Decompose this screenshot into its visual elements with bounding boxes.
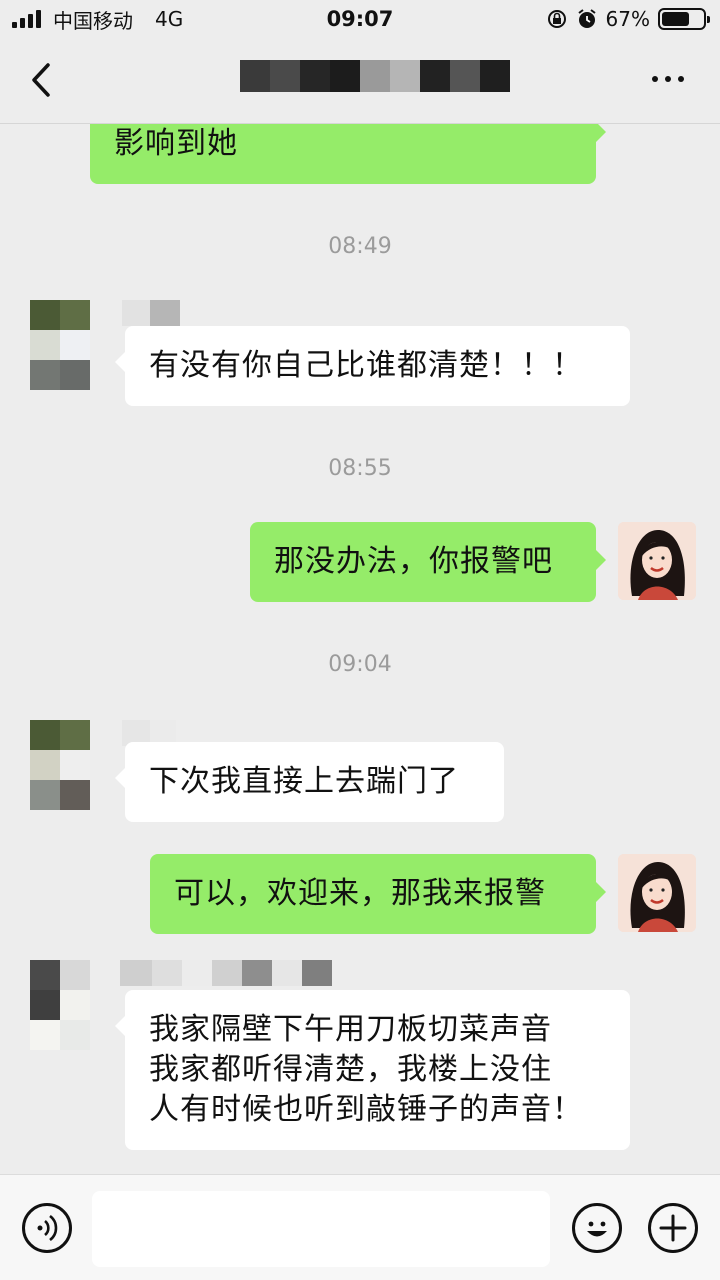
message-text: 下次我直接上去踹门了 <box>149 764 459 799</box>
message-timestamp: 08:55 <box>328 456 392 481</box>
more-dots-icon[interactable] <box>652 76 684 82</box>
back-button[interactable] <box>26 60 56 100</box>
status-bar: 中国移动 4G 09:07 67% <box>0 0 720 38</box>
plus-sign-icon <box>659 1214 687 1242</box>
chevron-left-icon <box>32 63 50 97</box>
chat-header <box>0 38 720 124</box>
message-text: 影响到她 <box>114 126 238 161</box>
message-bubble-self[interactable]: 可以，欢迎来，那我来报警 <box>150 854 606 934</box>
voice-wave-icon <box>37 1214 58 1242</box>
girl-portrait-icon <box>618 522 696 600</box>
avatar-blurred[interactable] <box>30 960 90 1050</box>
message-line: 我家隔壁下午用刀板切菜声音 <box>149 1012 552 1047</box>
message-text: 那没办法，你报警吧 <box>274 544 553 579</box>
message-timestamp: 09:04 <box>328 652 392 677</box>
plus-icon[interactable] <box>648 1203 698 1253</box>
avatar-blurred[interactable] <box>30 300 90 390</box>
message-bubble-other[interactable]: 有没有你自己比谁都清楚！！！ <box>115 326 630 406</box>
message-bubble-other[interactable]: 下次我直接上去踹门了 <box>115 742 504 822</box>
emoji-icon[interactable] <box>572 1203 622 1253</box>
network-label: 4G <box>155 7 184 31</box>
self-avatar[interactable] <box>618 854 696 932</box>
smiley-face-icon <box>587 1221 607 1237</box>
girl-portrait-icon <box>618 854 696 932</box>
message-timestamp: 08:49 <box>328 234 392 259</box>
signal-icon <box>12 10 41 28</box>
message-list: 影响到她 08:49 有没有你自己比谁都清楚！！！ 08:55 那没办法，你报警… <box>0 124 720 1174</box>
message-text: 可以，欢迎来，那我来报警 <box>174 876 546 911</box>
carrier-label: 中国移动 <box>53 8 133 33</box>
battery-percent: 67% <box>605 7 650 31</box>
message-input[interactable] <box>92 1191 550 1267</box>
sender-name-blurred <box>120 960 332 986</box>
voice-icon[interactable] <box>22 1203 72 1253</box>
input-bar <box>0 1174 720 1280</box>
self-avatar[interactable] <box>618 522 696 600</box>
alarm-icon <box>577 9 596 28</box>
sender-name-blurred <box>122 300 180 326</box>
message-bubble-self[interactable]: 影响到她 <box>90 124 606 184</box>
message-text: 有没有你自己比谁都清楚！！！ <box>149 348 583 383</box>
avatar-blurred[interactable] <box>30 720 90 810</box>
battery-fill <box>662 12 689 26</box>
chat-screen: 中国移动 4G 09:07 67% 影响到她 08:49 有没有你自己比谁都清楚… <box>0 0 720 1280</box>
message-line: 我家都听得清楚，我楼上没住 <box>149 1052 552 1087</box>
orientation-lock-icon <box>547 10 566 28</box>
message-bubble-self[interactable]: 那没办法，你报警吧 <box>250 522 606 602</box>
battery-icon <box>658 8 710 30</box>
message-bubble-other[interactable]: 我家隔壁下午用刀板切菜声音 我家都听得清楚，我楼上没住 人有时候也听到敲锤子的声… <box>115 990 630 1150</box>
message-line: 人有时候也听到敲锤子的声音！ <box>149 1092 583 1127</box>
contact-name-blurred <box>240 60 510 92</box>
